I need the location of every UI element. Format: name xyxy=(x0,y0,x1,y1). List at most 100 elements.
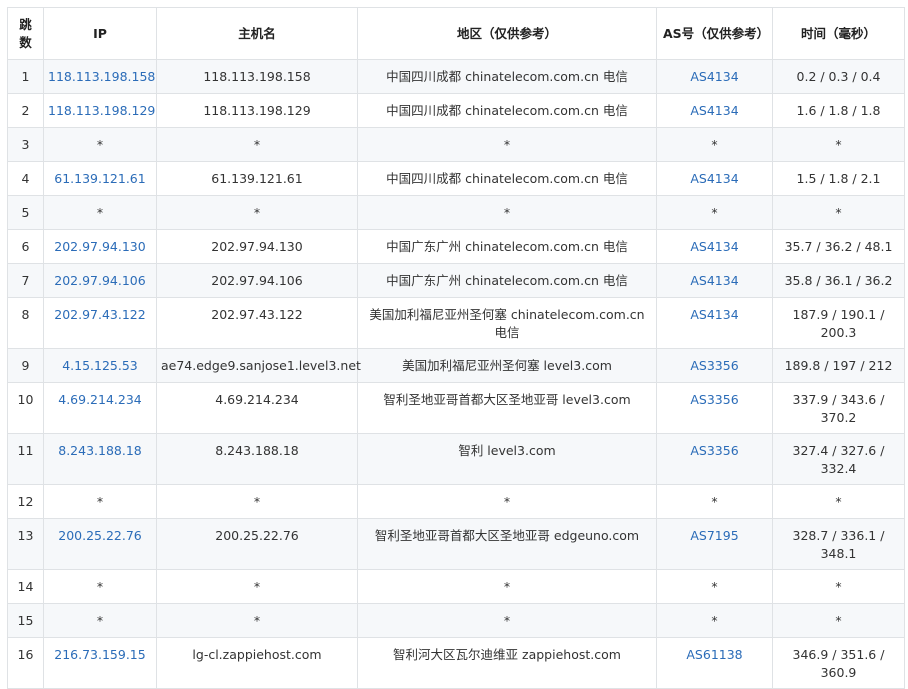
table-row: 13 200.25.22.76 200.25.22.76 智利圣地亚哥首都大区圣地亚哥… xyxy=(7,518,905,570)
ip-link[interactable]: 202.97.94.106 xyxy=(43,263,157,298)
hop-cell: 4 xyxy=(7,161,44,196)
hostname-cell: ae74.edge9.sanjose1.level3.net xyxy=(156,348,361,383)
table-row: 7 202.97.94.106 202.97.94.106 中国广东广州 chinat… xyxy=(7,263,905,298)
as-link[interactable]: AS4134 xyxy=(656,229,773,264)
latency-cell: 187.9 / 190.1 / 200.3 xyxy=(772,297,905,349)
hostname-cell: * xyxy=(156,484,358,519)
ip-link[interactable]: 8.243.188.18 xyxy=(43,433,157,485)
table-row: 9 4.15.125.53 ae74.edge9.sanjose1.level3.n… xyxy=(7,348,905,383)
region-cell: * xyxy=(357,195,657,230)
traceroute-table: 跳数 IP 主机名 地区（仅供参考） AS号（仅供参考） 时间（毫秒） 1 118… xyxy=(7,7,905,689)
header-ip: IP xyxy=(43,7,157,60)
header-as: AS号（仅供参考） xyxy=(656,7,773,60)
region-cell: 中国广东广州 chinatelecom.com.cn 电信 xyxy=(357,263,657,298)
hop-cell: 1 xyxy=(7,59,44,94)
region-cell: * xyxy=(357,569,657,604)
region-cell: * xyxy=(357,127,657,162)
hop-cell: 9 xyxy=(7,348,44,383)
ip-link[interactable]: 4.15.125.53 xyxy=(43,348,157,383)
table-row: 10 4.69.214.234 4.69.214.234 智利圣地亚哥首都大区圣地亚哥… xyxy=(7,382,905,434)
hostname-cell: * xyxy=(156,569,358,604)
latency-cell: 1.6 / 1.8 / 1.8 xyxy=(772,93,905,128)
as-link[interactable]: AS3356 xyxy=(656,382,773,434)
as-link[interactable]: AS4134 xyxy=(656,59,773,94)
latency-cell: 337.9 / 343.6 / 370.2 xyxy=(772,382,905,434)
hop-cell: 2 xyxy=(7,93,44,128)
region-cell: 美国加利福尼亚州圣何塞 chinatelecom.com.cn 电信 xyxy=(357,297,657,349)
as-link: * xyxy=(656,603,773,638)
region-cell: 智利圣地亚哥首都大区圣地亚哥 edgeuno.com xyxy=(357,518,657,570)
hostname-cell: 8.243.188.18 xyxy=(156,433,358,485)
as-link[interactable]: AS61138 xyxy=(656,637,773,689)
as-link: * xyxy=(656,127,773,162)
as-link[interactable]: AS4134 xyxy=(656,263,773,298)
header-hostname: 主机名 xyxy=(156,7,358,60)
hostname-cell: 118.113.198.129 xyxy=(156,93,358,128)
as-link[interactable]: AS3356 xyxy=(656,433,773,485)
hostname-cell: * xyxy=(156,603,358,638)
ip-link[interactable]: 118.113.198.158 xyxy=(43,59,157,94)
as-link[interactable]: AS4134 xyxy=(656,297,773,349)
hostname-cell: 200.25.22.76 xyxy=(156,518,358,570)
ip-link[interactable]: 202.97.43.122 xyxy=(43,297,157,349)
ip-link: * xyxy=(43,484,157,519)
header-time: 时间（毫秒） xyxy=(772,7,905,60)
ip-link[interactable]: 118.113.198.129 xyxy=(43,93,157,128)
ip-link[interactable]: 216.73.159.15 xyxy=(43,637,157,689)
hostname-cell: 4.69.214.234 xyxy=(156,382,358,434)
ip-link[interactable]: 4.69.214.234 xyxy=(43,382,157,434)
hop-cell: 10 xyxy=(7,382,44,434)
as-link: * xyxy=(656,484,773,519)
as-link: * xyxy=(656,195,773,230)
region-cell: 中国四川成都 chinatelecom.com.cn 电信 xyxy=(357,93,657,128)
region-cell: * xyxy=(357,484,657,519)
table-row: 14 * * * * * xyxy=(7,569,905,604)
latency-cell: 1.5 / 1.8 / 2.1 xyxy=(772,161,905,196)
latency-cell: 327.4 / 327.6 / 332.4 xyxy=(772,433,905,485)
table-row: 2 118.113.198.129 118.113.198.129 中国四川成都 ch… xyxy=(7,93,905,128)
ip-link[interactable]: 200.25.22.76 xyxy=(43,518,157,570)
header-hop: 跳数 xyxy=(7,7,44,60)
region-cell: * xyxy=(357,603,657,638)
as-link[interactable]: AS3356 xyxy=(656,348,773,383)
table-row: 15 * * * * * xyxy=(7,603,905,638)
latency-cell: 189.8 / 197 / 212 xyxy=(772,348,905,383)
ip-link: * xyxy=(43,127,157,162)
latency-cell: 35.8 / 36.1 / 36.2 xyxy=(772,263,905,298)
hostname-cell: * xyxy=(156,127,358,162)
table-row: 12 * * * * * xyxy=(7,484,905,519)
hostname-cell: lg-cl.zappiehost.com xyxy=(156,637,358,689)
latency-cell: * xyxy=(772,484,905,519)
region-cell: 智利圣地亚哥首都大区圣地亚哥 level3.com xyxy=(357,382,657,434)
ip-link: * xyxy=(43,603,157,638)
as-link[interactable]: AS4134 xyxy=(656,93,773,128)
region-cell: 中国四川成都 chinatelecom.com.cn 电信 xyxy=(357,161,657,196)
as-link[interactable]: AS7195 xyxy=(656,518,773,570)
hop-cell: 15 xyxy=(7,603,44,638)
hop-cell: 6 xyxy=(7,229,44,264)
region-cell: 美国加利福尼亚州圣何塞 level3.com xyxy=(357,348,657,383)
table-header-row: 跳数 IP 主机名 地区（仅供参考） AS号（仅供参考） 时间（毫秒） xyxy=(7,7,905,60)
hostname-cell: 202.97.94.130 xyxy=(156,229,358,264)
hostname-cell: * xyxy=(156,195,358,230)
latency-cell: 0.2 / 0.3 / 0.4 xyxy=(772,59,905,94)
latency-cell: * xyxy=(772,127,905,162)
hop-cell: 3 xyxy=(7,127,44,162)
table-row: 16 216.73.159.15 lg-cl.zappiehost.com 智利河大区… xyxy=(7,637,905,689)
hostname-cell: 202.97.94.106 xyxy=(156,263,358,298)
hostname-cell: 202.97.43.122 xyxy=(156,297,358,349)
region-cell: 中国四川成都 chinatelecom.com.cn 电信 xyxy=(357,59,657,94)
table-row: 4 61.139.121.61 61.139.121.61 中国四川成都 chinat… xyxy=(7,161,905,196)
as-link: * xyxy=(656,569,773,604)
table-row: 3 * * * * * xyxy=(7,127,905,162)
ip-link[interactable]: 202.97.94.130 xyxy=(43,229,157,264)
table-row: 8 202.97.43.122 202.97.43.122 美国加利福尼亚州圣何塞 c… xyxy=(7,297,905,349)
ip-link: * xyxy=(43,569,157,604)
hop-cell: 5 xyxy=(7,195,44,230)
latency-cell: * xyxy=(772,569,905,604)
ip-link: * xyxy=(43,195,157,230)
table-row: 6 202.97.94.130 202.97.94.130 中国广东广州 chinat… xyxy=(7,229,905,264)
as-link[interactable]: AS4134 xyxy=(656,161,773,196)
ip-link[interactable]: 61.139.121.61 xyxy=(43,161,157,196)
latency-cell: 328.7 / 336.1 / 348.1 xyxy=(772,518,905,570)
